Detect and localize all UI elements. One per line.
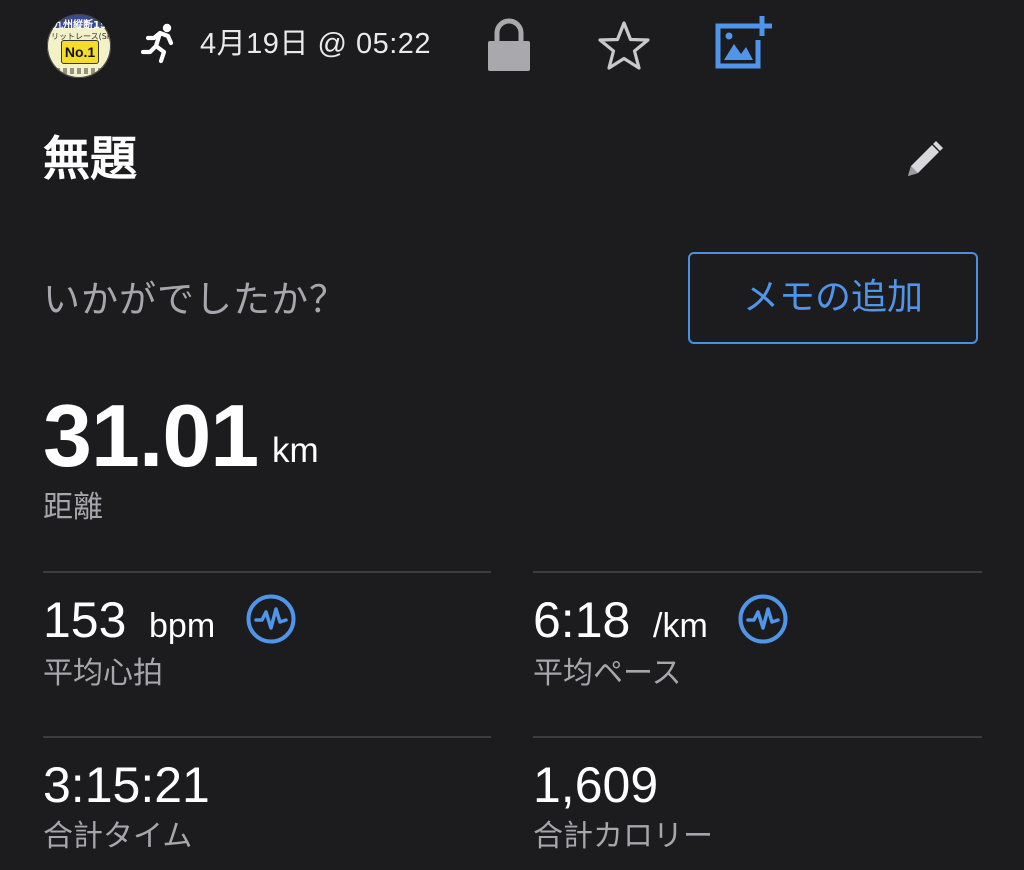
distance-unit: km: [272, 431, 319, 470]
activity-title: 無題: [43, 132, 137, 187]
avatar-top-text: 九州縦断159: [53, 20, 109, 31]
divider-left-1: [43, 571, 491, 573]
star-icon[interactable]: [597, 20, 651, 72]
avg-pace-value: 6:18: [533, 592, 631, 648]
add-memo-button[interactable]: メモの追加: [688, 252, 978, 344]
divider-right-2: [533, 736, 982, 738]
total-time-label: 合計タイム: [43, 819, 193, 854]
total-calories-label: 合計カロリー: [533, 819, 713, 854]
pencil-icon[interactable]: [902, 138, 946, 182]
avg-pace-label: 平均ペース: [533, 656, 682, 691]
lock-icon[interactable]: [486, 18, 532, 72]
total-calories-value: 1,609: [533, 757, 659, 813]
feeling-prompt[interactable]: いかがでしたか？: [43, 272, 347, 328]
total-time-value: 3:15:21: [43, 757, 210, 813]
activity-datetime: 4月19日 @ 05:22: [200, 28, 432, 60]
avg-heart-rate-value: 153: [43, 592, 127, 648]
divider-right-1: [533, 571, 982, 573]
avatar-bottom-text: [49, 68, 109, 74]
heart-rate-wave-icon[interactable]: [245, 593, 297, 645]
running-person-icon: [140, 23, 174, 64]
avatar[interactable]: 九州縦断159 リットレース(SPECIAL) No.1: [47, 14, 111, 78]
pace-wave-icon[interactable]: [737, 593, 789, 645]
avatar-badge: No.1: [61, 40, 99, 64]
add-photo-icon[interactable]: [714, 14, 772, 70]
avg-pace-unit: /km: [653, 607, 708, 645]
divider-left-2: [43, 736, 491, 738]
activity-detail-page: 九州縦断159 リットレース(SPECIAL) No.1 4月19日 @ 05:…: [0, 0, 1024, 870]
distance-label: 距離: [43, 490, 103, 525]
avg-heart-rate-label: 平均心拍: [43, 656, 163, 691]
avg-heart-rate-unit: bpm: [149, 607, 216, 645]
distance-value: 31.01: [43, 386, 259, 485]
